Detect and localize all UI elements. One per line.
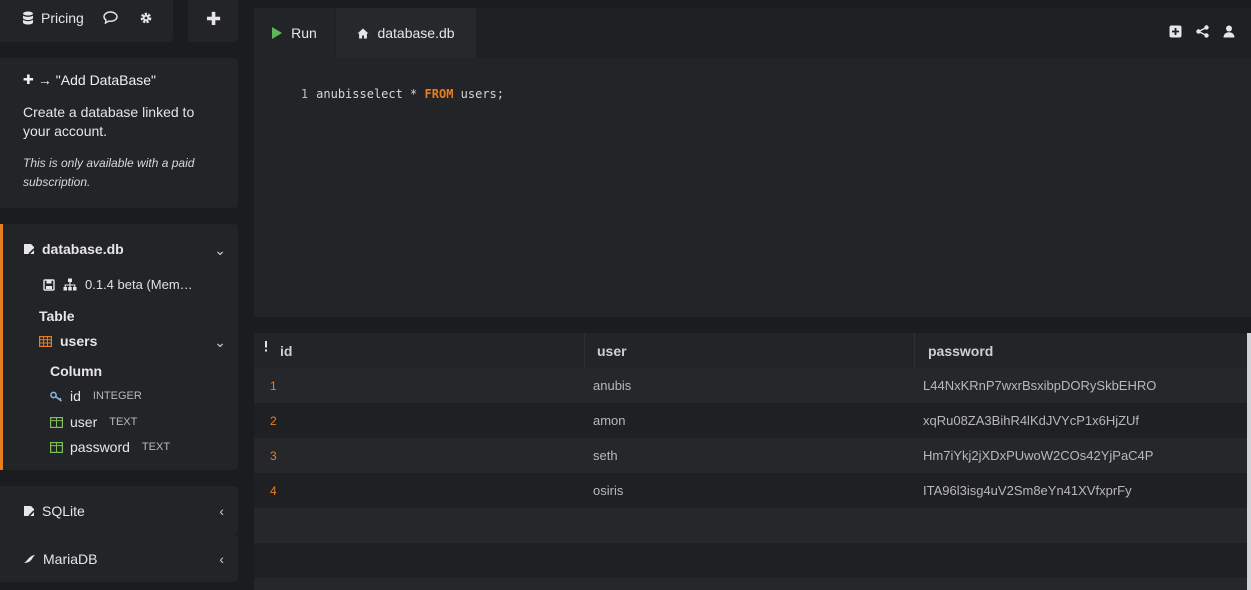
cell-id: 3 bbox=[270, 449, 277, 463]
add-database-note: This is only available with a paid subsc… bbox=[23, 156, 195, 189]
cell-user: seth bbox=[593, 448, 618, 463]
vertical-scrollbar[interactable] bbox=[1247, 333, 1251, 590]
code-text: anubisselect * bbox=[316, 87, 425, 101]
engine-row: SQLite bbox=[23, 503, 85, 519]
cell-password: L44NxKRnP7wxrBsxibpDORySkbEHRO bbox=[923, 378, 1157, 393]
tab-label: database.db bbox=[377, 25, 455, 41]
add-database-panel: ✚ → "Add DataBase" Create a database lin… bbox=[0, 58, 238, 208]
cell-id: 1 bbox=[270, 379, 277, 393]
database-name: database.db bbox=[42, 241, 124, 257]
table-header: id user password bbox=[254, 333, 1247, 368]
table-item-users[interactable]: users bbox=[39, 333, 97, 349]
tab-database[interactable]: database.db bbox=[336, 8, 476, 58]
column-name: user bbox=[70, 414, 98, 430]
engine-label: MariaDB bbox=[43, 551, 98, 567]
top-toolbar: Pricing bbox=[0, 0, 173, 42]
save-icon[interactable] bbox=[43, 278, 55, 291]
key-icon bbox=[50, 391, 63, 402]
table-icon bbox=[39, 335, 52, 347]
column-divider bbox=[584, 333, 585, 368]
engine-label: SQLite bbox=[42, 503, 85, 519]
database-item[interactable]: database.db bbox=[23, 241, 124, 257]
cell-password: Hm7iYkj2jXDxPUwoW2COs42YjPaC4P bbox=[923, 448, 1154, 463]
column-name: password bbox=[70, 439, 130, 455]
column-type: TEXT bbox=[141, 441, 171, 453]
chevron-left-icon[interactable]: ‹ bbox=[219, 503, 224, 519]
results-table: id user password 1 anubis L44NxKRnP7wxrB… bbox=[254, 333, 1251, 590]
table-row[interactable]: 2 amon xqRu08ZA3BihR4lKdJVYcP1x6HjZUf bbox=[254, 403, 1247, 438]
run-button[interactable]: Run bbox=[254, 8, 335, 58]
add-database-description: Create a database linked to your account… bbox=[23, 104, 195, 139]
pricing-link[interactable]: Pricing bbox=[22, 10, 84, 26]
plus-icon: ✚ bbox=[206, 9, 222, 29]
engine-item-sqlite[interactable]: SQLite ‹ bbox=[0, 486, 238, 534]
code-line: 1 anubisselect * FROM users; bbox=[272, 73, 1251, 115]
sort-handle-icon[interactable] bbox=[264, 341, 268, 353]
add-button[interactable]: ✚ bbox=[188, 0, 238, 42]
cell-user: osiris bbox=[593, 483, 624, 498]
play-icon bbox=[272, 27, 283, 39]
add-tab-icon[interactable] bbox=[1169, 25, 1182, 38]
column-type: TEXT bbox=[109, 416, 138, 428]
empty-row bbox=[254, 508, 1247, 543]
add-database-title[interactable]: ✚ → "Add DataBase" bbox=[23, 72, 215, 88]
column-item[interactable]: user TEXT bbox=[50, 414, 137, 430]
table-name: users bbox=[60, 333, 98, 349]
column-divider bbox=[914, 333, 915, 368]
cell-id: 2 bbox=[270, 414, 277, 428]
cell-password: ITA96l3isg4uV2Sm8eYn41XVfxprFy bbox=[923, 483, 1132, 498]
database-tree-panel: database.db ⌄ 0.1.4 beta (Mem… Table use… bbox=[0, 224, 238, 470]
empty-row bbox=[254, 543, 1247, 578]
database-version: 0.1.4 beta (Mem… bbox=[85, 277, 193, 292]
table-row[interactable]: 1 anubis L44NxKRnP7wxrBsxibpDORySkbEHRO bbox=[254, 368, 1247, 403]
cell-id: 4 bbox=[270, 484, 277, 498]
column-type: INTEGER bbox=[92, 390, 142, 402]
column-header-id[interactable]: id bbox=[280, 343, 292, 359]
header-actions bbox=[1169, 25, 1235, 38]
line-number: 1 bbox=[300, 87, 309, 101]
column-icon bbox=[50, 441, 63, 453]
table-row[interactable]: 3 seth Hm7iYkj2jXDxPUwoW2COs42YjPaC4P bbox=[254, 438, 1247, 473]
database-version-row: 0.1.4 beta (Mem… bbox=[43, 277, 193, 292]
engine-row: MariaDB bbox=[23, 551, 97, 567]
sql-keyword: FROM bbox=[424, 87, 454, 101]
pricing-label: Pricing bbox=[41, 10, 84, 26]
chevron-down-icon[interactable]: ⌄ bbox=[214, 242, 226, 259]
column-item[interactable]: id INTEGER bbox=[50, 388, 142, 404]
code-text: users; bbox=[453, 87, 504, 101]
share-icon[interactable] bbox=[1196, 25, 1209, 38]
cell-user: amon bbox=[593, 413, 626, 428]
cell-password: xqRu08ZA3BihR4lKdJVYcP1x6HjZUf bbox=[923, 413, 1140, 428]
database-file-icon bbox=[23, 243, 35, 255]
mariadb-icon bbox=[23, 553, 36, 565]
column-header-password[interactable]: password bbox=[928, 343, 993, 359]
gear-icon[interactable] bbox=[139, 11, 153, 25]
editor-header: Run database.db bbox=[254, 8, 1251, 58]
add-database-label: → "Add DataBase" bbox=[37, 72, 157, 88]
chevron-left-icon[interactable]: ‹ bbox=[219, 551, 224, 567]
empty-row bbox=[254, 578, 1247, 590]
home-icon bbox=[357, 28, 369, 39]
column-header-user[interactable]: user bbox=[597, 343, 627, 359]
column-heading: Column bbox=[50, 363, 103, 379]
table-heading: Table bbox=[39, 308, 75, 324]
column-item[interactable]: password TEXT bbox=[50, 439, 170, 455]
chevron-down-icon[interactable]: ⌄ bbox=[214, 334, 226, 351]
sqlite-icon bbox=[23, 505, 35, 517]
column-icon bbox=[50, 416, 63, 428]
database-icon bbox=[22, 11, 34, 25]
run-label: Run bbox=[291, 25, 317, 41]
cell-user: anubis bbox=[593, 378, 632, 393]
engine-item-mariadb[interactable]: MariaDB ‹ bbox=[0, 534, 238, 582]
chat-icon[interactable] bbox=[103, 11, 118, 24]
plus-icon: ✚ bbox=[23, 72, 34, 87]
table-row[interactable]: 4 osiris ITA96l3isg4uV2Sm8eYn41XVfxprFy bbox=[254, 473, 1247, 508]
user-icon[interactable] bbox=[1223, 25, 1235, 38]
column-name: id bbox=[70, 388, 81, 404]
sitemap-icon[interactable] bbox=[63, 278, 77, 291]
sql-editor[interactable]: 1 anubisselect * FROM users; bbox=[254, 58, 1251, 317]
